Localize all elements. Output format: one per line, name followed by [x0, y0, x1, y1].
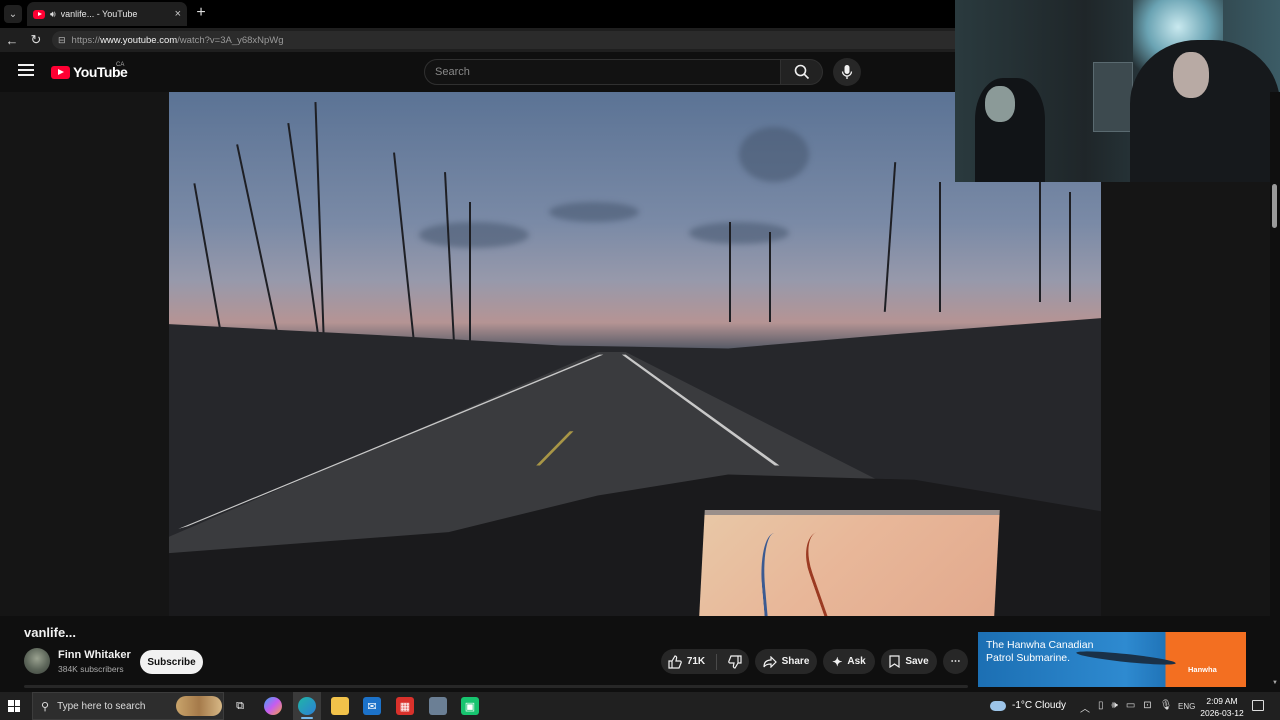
search-button[interactable]: [781, 59, 823, 85]
country-code: CA: [116, 62, 125, 68]
address-bar[interactable]: ⊟ https://www.youtube.com/watch?v=3A_y68…: [52, 31, 992, 49]
taskbar-search-icon: ⚲: [41, 700, 50, 713]
clock[interactable]: 2:09 AM 2026-03-12: [1200, 695, 1244, 719]
ask-button[interactable]: ✦ Ask: [823, 649, 875, 674]
cloud-weather-icon: [990, 700, 1006, 711]
reload-icon[interactable]: ↻: [24, 28, 48, 52]
network-icon[interactable]: ▭: [1126, 700, 1135, 715]
youtube-play-logo-icon: [51, 65, 70, 79]
microphone-tray-icon[interactable]: 🎙︎: [1160, 700, 1173, 715]
hanwha-ad-banner[interactable]: The Hanwha Canadian Patrol Submarine. Ha…: [978, 632, 1246, 687]
share-button[interactable]: Share: [755, 649, 817, 674]
url-protocol: https://: [71, 34, 101, 46]
clock-time: 2:09 AM: [1206, 696, 1238, 706]
subscribe-button[interactable]: Subscribe: [140, 650, 203, 674]
search-placeholder: Search: [435, 66, 470, 78]
ask-label: Ask: [847, 656, 866, 667]
back-arrow-icon[interactable]: ←: [0, 28, 24, 52]
search-highlight-image[interactable]: [176, 696, 222, 716]
system-tray: ︿ ▯ 🕪︎ ▭ ⊡ 🎙︎: [1080, 700, 1172, 715]
site-info-icon[interactable]: ⊟: [58, 35, 66, 46]
more-actions-button[interactable]: ⋯: [943, 649, 968, 674]
page-scrollbar[interactable]: [1270, 92, 1280, 688]
search-icon: [794, 64, 809, 80]
task-view-icon[interactable]: ⧉: [231, 697, 249, 715]
url-host: www.youtube.com: [100, 34, 178, 46]
green-app-icon[interactable]: ▣: [461, 697, 479, 715]
bookmark-icon: [889, 655, 900, 668]
tab-list-chevron-icon[interactable]: ⌄: [4, 5, 22, 23]
video-title: vanlife...: [24, 625, 77, 640]
gps-navigation-screen: [699, 510, 1000, 616]
windows-start-icon[interactable]: [8, 700, 20, 712]
url-path: /watch?v=3A_y68xNpWg: [177, 34, 284, 46]
volume-icon[interactable]: 🕪︎: [1112, 700, 1118, 715]
hamburger-menu-icon[interactable]: [18, 64, 34, 78]
thumbs-up-icon[interactable]: [668, 654, 682, 669]
voice-search-button[interactable]: [833, 58, 861, 86]
clock-date: 2026-03-12: [1200, 708, 1244, 718]
like-count[interactable]: 71K: [687, 656, 705, 667]
weather-widget[interactable]: -1°C Cloudy: [990, 700, 1066, 711]
channel-name[interactable]: Finn Whitaker: [58, 649, 131, 661]
like-dislike-group: 71K: [661, 649, 749, 674]
channel-avatar[interactable]: [24, 648, 50, 674]
share-arrow-icon: [762, 655, 777, 668]
share-label: Share: [781, 656, 810, 667]
webcam-overlay: [955, 0, 1280, 182]
taskbar-search-placeholder: Type here to search: [57, 700, 146, 712]
input-language[interactable]: ENG: [1178, 702, 1195, 711]
sparkle-icon: ✦: [832, 654, 843, 669]
description-box-edge: [24, 685, 968, 688]
search-input[interactable]: Search: [424, 59, 781, 85]
show-hidden-icons-icon[interactable]: ︿: [1080, 700, 1090, 715]
device-icon[interactable]: ▯: [1098, 700, 1104, 715]
ad-brand-logo: Hanwha: [1188, 665, 1217, 674]
gift-app-icon[interactable]: ▦: [396, 697, 414, 715]
copilot-icon[interactable]: [264, 697, 282, 715]
save-label: Save: [905, 656, 929, 667]
new-tab-button[interactable]: +: [193, 5, 209, 21]
display-icon[interactable]: ⊡: [1143, 700, 1151, 715]
youtube-favicon-icon: [33, 9, 45, 19]
mail-icon[interactable]: ✉: [363, 697, 381, 715]
edge-browser-icon[interactable]: [298, 697, 316, 715]
microphone-icon: [841, 65, 853, 79]
save-button[interactable]: Save: [881, 649, 937, 674]
tab-youtube[interactable]: 🔊︎ vanlife... - YouTube ×: [27, 2, 187, 26]
scrollbar-thumb[interactable]: [1272, 184, 1277, 228]
active-app-indicator: [301, 717, 313, 719]
scroll-down-arrow-icon[interactable]: ▼: [1272, 680, 1278, 686]
thumbs-down-icon[interactable]: [728, 654, 742, 669]
tab-close-icon[interactable]: ×: [175, 8, 181, 20]
app-window-icon[interactable]: [429, 697, 447, 715]
speaker-icon[interactable]: 🔊︎: [50, 9, 56, 20]
tab-title: vanlife... - YouTube: [60, 9, 138, 19]
notification-icon[interactable]: [1252, 700, 1264, 711]
weather-text: -1°C Cloudy: [1012, 700, 1067, 711]
subscriber-count: 384K subscribers: [58, 664, 124, 674]
file-explorer-icon[interactable]: [331, 697, 349, 715]
